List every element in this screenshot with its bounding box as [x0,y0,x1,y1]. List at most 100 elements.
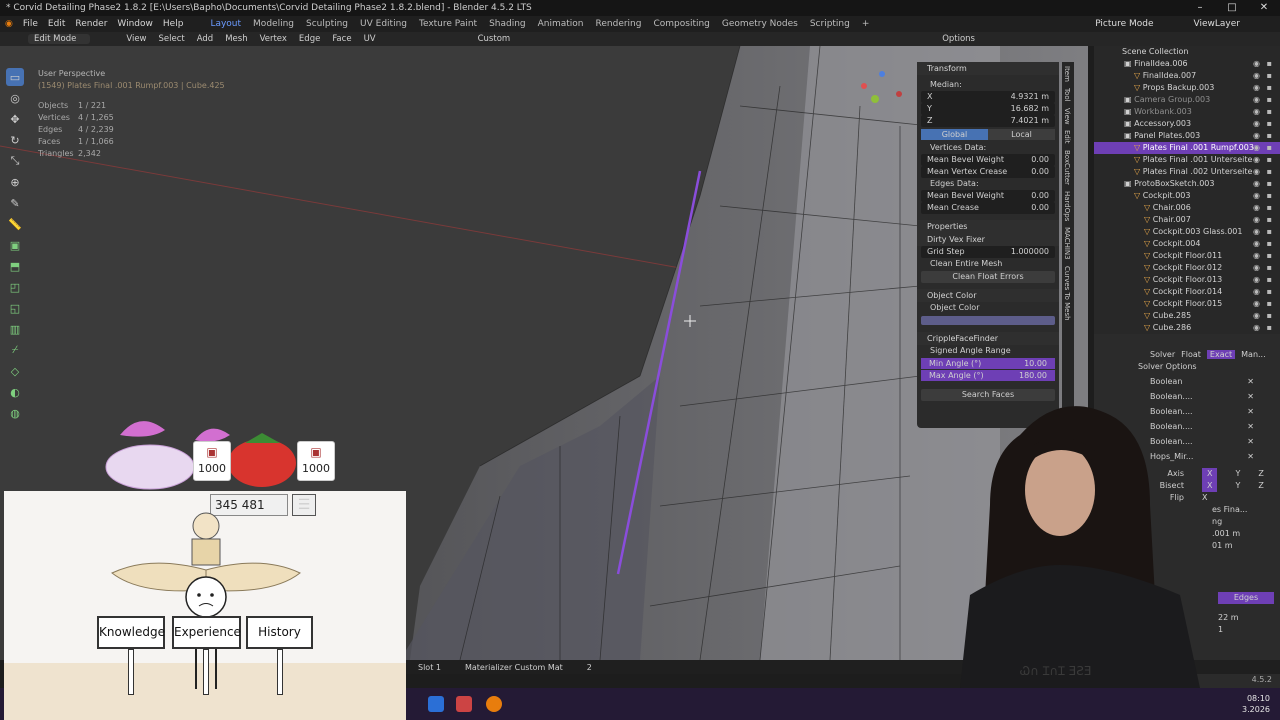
visibility-eye-icon[interactable]: ◉ [1253,118,1260,130]
outliner-item[interactable]: ▽ Chair.006 ◉ ▪ [1094,202,1280,214]
outliner-item[interactable]: ▽ Cockpit Floor.014 ◉ ▪ [1094,286,1280,298]
render-camera-icon[interactable]: ▪ [1267,274,1272,286]
view-layer-selector[interactable]: ViewLayer [1194,19,1240,29]
visibility-eye-icon[interactable]: ◉ [1253,298,1260,310]
tab-item[interactable]: Item [1063,66,1071,82]
remove-modifier-icon[interactable]: ✕ [1247,374,1254,389]
tab-tool[interactable]: Tool [1063,88,1071,102]
file-explorer-icon[interactable] [428,696,444,712]
render-camera-icon[interactable]: ▪ [1267,166,1272,178]
tab-compositing[interactable]: Compositing [647,19,715,29]
poly-build-icon[interactable]: ◇ [6,362,24,380]
render-camera-icon[interactable]: ▪ [1267,202,1272,214]
object-color-swatch[interactable] [921,316,1055,325]
visibility-eye-icon[interactable]: ◉ [1253,130,1260,142]
min-angle-field[interactable]: Min Angle (°) 10.00 [921,358,1055,369]
clean-float-errors-button[interactable]: Clean Float Errors [921,271,1055,283]
tab-boxcutter[interactable]: BoxCutter [1063,150,1071,185]
tab-exact[interactable]: Exact [1206,350,1236,359]
menu-view[interactable]: View [120,34,152,44]
menu-add[interactable]: Add [191,34,219,44]
outliner-item[interactable]: ▽ FinalIdea.007 ◉ ▪ [1094,70,1280,82]
visibility-eye-icon[interactable]: ◉ [1253,310,1260,322]
max-angle-field[interactable]: Max Angle (°) 180.00 [921,370,1055,381]
outliner-item[interactable]: ▽ Cube.286 ◉ ▪ [1094,322,1280,334]
mode-selector[interactable]: Edit Mode [28,34,91,44]
outliner-item[interactable]: ▽ Plates Final .001 Unterseite ◉ ▪ [1094,154,1280,166]
median-y-field[interactable]: Y 16.682 m [921,103,1055,115]
outliner-item[interactable]: ▣ Panel Plates.003 ◉ ▪ [1094,130,1280,142]
cripple-face-finder-header[interactable]: CrippleFaceFinder [917,332,1059,345]
outliner-item[interactable]: ▽ Cockpit.003 ◉ ▪ [1094,190,1280,202]
outliner-item[interactable]: ▽ Cockpit Floor.011 ◉ ▪ [1094,250,1280,262]
visibility-eye-icon[interactable]: ◉ [1253,166,1260,178]
visibility-eye-icon[interactable]: ◉ [1253,322,1260,334]
outliner-item[interactable]: ▽ Cockpit.003 Glass.001 ◉ ▪ [1094,226,1280,238]
tab-curves-to-mesh[interactable]: Curves To Mesh [1063,266,1071,321]
inset-icon[interactable]: ◰ [6,278,24,296]
tab-scripting[interactable]: Scripting [804,19,856,29]
minimize-button[interactable]: – [1184,0,1216,16]
visibility-eye-icon[interactable]: ◉ [1253,226,1260,238]
visibility-eye-icon[interactable]: ◉ [1253,190,1260,202]
tab-manifold[interactable]: Man... [1241,350,1266,359]
extrude-icon[interactable]: ⬒ [6,257,24,275]
outliner-item[interactable]: ▣ Camera Group.003 ◉ ▪ [1094,94,1280,106]
tab-view[interactable]: View [1063,108,1071,125]
tab-modeling[interactable]: Modeling [247,19,300,29]
outliner-item[interactable]: ▽ Cockpit Floor.012 ◉ ▪ [1094,262,1280,274]
render-camera-icon[interactable]: ▪ [1267,70,1272,82]
menu-mesh[interactable]: Mesh [219,34,253,44]
render-camera-icon[interactable]: ▪ [1267,298,1272,310]
image-app-icon[interactable] [456,696,472,712]
loop-cut-icon[interactable]: ▥ [6,320,24,338]
menu-uv[interactable]: UV [358,34,382,44]
tab-rendering[interactable]: Rendering [590,19,648,29]
blender-logo-icon[interactable]: ◉ [0,19,18,29]
tab-layout[interactable]: Layout [204,19,247,29]
visibility-eye-icon[interactable]: ◉ [1253,202,1260,214]
visibility-eye-icon[interactable]: ◉ [1253,142,1260,154]
outliner-item[interactable]: ▣ Accessory.003 ◉ ▪ [1094,118,1280,130]
outliner-item[interactable]: ▽ Cockpit Floor.015 ◉ ▪ [1094,298,1280,310]
options-menu[interactable]: Options [936,34,981,44]
tab-machin3[interactable]: MACHIN3 [1063,227,1071,260]
scene-selector[interactable]: Picture Mode [1095,19,1153,29]
cursor-icon[interactable]: ◎ [6,89,24,107]
outliner-item[interactable]: ▽ Cube.285 ◉ ▪ [1094,310,1280,322]
outliner-item[interactable]: ▽ Props Backup.003 ◉ ▪ [1094,82,1280,94]
outliner-item[interactable]: ▣ ProtoBoxSketch.003 ◉ ▪ [1094,178,1280,190]
outliner-item[interactable]: ▽ Cockpit.004 ◉ ▪ [1094,238,1280,250]
bevel-icon[interactable]: ◱ [6,299,24,317]
render-camera-icon[interactable]: ▪ [1267,130,1272,142]
outliner-item[interactable]: ▣ Workbank.003 ◉ ▪ [1094,106,1280,118]
visibility-eye-icon[interactable]: ◉ [1253,274,1260,286]
scene-collection[interactable]: Scene Collection [1094,46,1280,58]
visibility-eye-icon[interactable]: ◉ [1253,286,1260,298]
tab-sculpting[interactable]: Sculpting [300,19,354,29]
transform-orientation-selector[interactable]: Custom [472,34,517,44]
dirty-vex-fixer-header[interactable]: Dirty Vex Fixer [917,233,1059,246]
maximize-button[interactable]: □ [1216,0,1248,16]
global-toggle[interactable]: Global [921,129,988,140]
material-selector[interactable]: Materializer Custom Mat [453,663,575,672]
menu-render[interactable]: Render [70,19,112,29]
tab-float[interactable]: Float [1181,350,1201,359]
outliner-item[interactable]: ▽ Chair.007 ◉ ▪ [1094,214,1280,226]
render-camera-icon[interactable]: ▪ [1267,106,1272,118]
mean-crease-field[interactable]: Mean Crease 0.00 [921,202,1055,214]
render-camera-icon[interactable]: ▪ [1267,310,1272,322]
visibility-eye-icon[interactable]: ◉ [1253,214,1260,226]
visibility-eye-icon[interactable]: ◉ [1253,178,1260,190]
measure-icon[interactable]: 📏 [6,215,24,233]
tab-uv-editing[interactable]: UV Editing [354,19,413,29]
visibility-eye-icon[interactable]: ◉ [1253,154,1260,166]
mean-bevel-weight-field[interactable]: Mean Bevel Weight 0.00 [921,154,1055,166]
visibility-eye-icon[interactable]: ◉ [1253,82,1260,94]
median-z-field[interactable]: Z 7.4021 m [921,115,1055,127]
visibility-eye-icon[interactable]: ◉ [1253,58,1260,70]
render-camera-icon[interactable]: ▪ [1267,322,1272,334]
select-box-icon[interactable]: ▭ [6,68,24,86]
menu-vertex[interactable]: Vertex [254,34,293,44]
close-button[interactable]: ✕ [1248,0,1280,16]
